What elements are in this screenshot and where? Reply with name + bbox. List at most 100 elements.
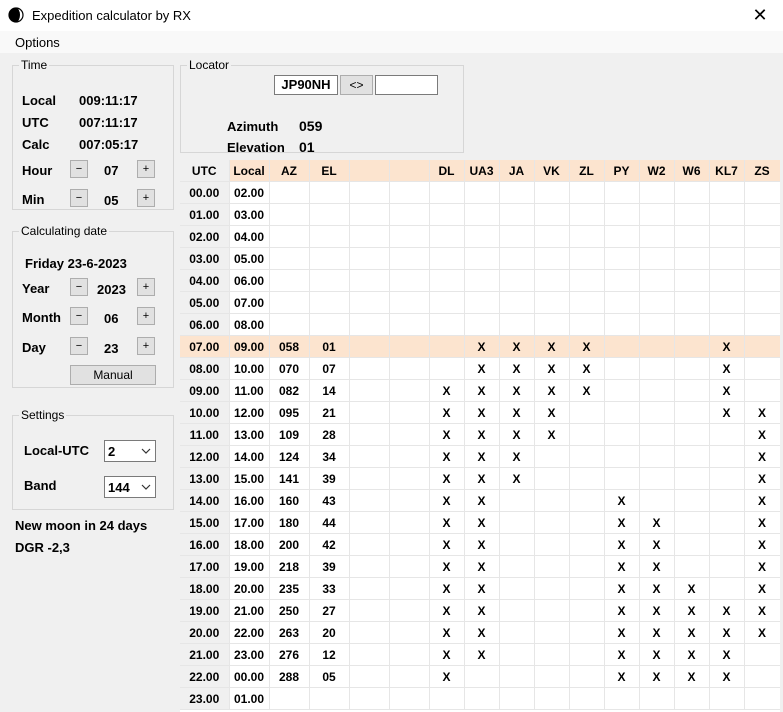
- grid-cell[interactable]: 082: [269, 379, 310, 402]
- grid-cell[interactable]: [569, 599, 605, 622]
- table-row[interactable]: 08.00 10.00 070 07 X X X X X: [180, 357, 780, 380]
- grid-cell[interactable]: 095: [269, 401, 310, 424]
- grid-cell[interactable]: [534, 511, 570, 534]
- table-row[interactable]: 13.00 15.00 141 39 X X X X: [180, 467, 780, 490]
- table-row[interactable]: 22.00 00.00 288 05 X X X X X: [180, 665, 780, 688]
- grid-cell[interactable]: [709, 511, 745, 534]
- grid-cell[interactable]: [569, 687, 605, 710]
- grid-cell[interactable]: [499, 533, 535, 556]
- grid-cell[interactable]: [499, 599, 535, 622]
- grid-cell[interactable]: [534, 203, 570, 226]
- grid-cell[interactable]: [674, 445, 710, 468]
- grid-cell[interactable]: [349, 225, 390, 248]
- grid-cell[interactable]: [744, 335, 780, 358]
- month-decrement-button[interactable]: −: [70, 307, 88, 325]
- grid-cell[interactable]: [569, 511, 605, 534]
- grid-cell[interactable]: [569, 313, 605, 336]
- grid-cell[interactable]: [464, 269, 500, 292]
- grid-cell[interactable]: 06.00: [229, 269, 270, 292]
- grid-cell[interactable]: X: [674, 577, 710, 600]
- grid-cell[interactable]: [429, 269, 465, 292]
- grid-cell[interactable]: [389, 160, 430, 182]
- grid-cell[interactable]: [674, 269, 710, 292]
- grid-cell[interactable]: [709, 225, 745, 248]
- grid-cell[interactable]: [674, 313, 710, 336]
- grid-cell[interactable]: X: [464, 467, 500, 490]
- grid-cell[interactable]: [464, 665, 500, 688]
- grid-cell[interactable]: [569, 555, 605, 578]
- grid-cell[interactable]: [639, 203, 675, 226]
- grid-cell[interactable]: [269, 247, 310, 270]
- grid-cell[interactable]: 05.00: [229, 247, 270, 270]
- grid-cell[interactable]: 19.00: [180, 599, 230, 622]
- grid-cell[interactable]: 01: [309, 335, 350, 358]
- grid-cell[interactable]: 22.00: [180, 665, 230, 688]
- grid-cell[interactable]: [389, 687, 430, 710]
- grid-cell[interactable]: [429, 225, 465, 248]
- grid-cell[interactable]: 23.00: [180, 687, 230, 710]
- grid-cell[interactable]: X: [499, 423, 535, 446]
- grid-cell[interactable]: [499, 181, 535, 204]
- grid-cell[interactable]: [604, 269, 640, 292]
- grid-cell[interactable]: 141: [269, 467, 310, 490]
- grid-cell[interactable]: X: [429, 599, 465, 622]
- grid-cell[interactable]: [709, 467, 745, 490]
- hour-decrement-button[interactable]: −: [70, 160, 88, 178]
- grid-cell[interactable]: 109: [269, 423, 310, 446]
- grid-cell[interactable]: X: [709, 335, 745, 358]
- grid-cell[interactable]: [389, 203, 430, 226]
- grid-cell[interactable]: [269, 203, 310, 226]
- grid-cell[interactable]: [569, 467, 605, 490]
- grid-cell[interactable]: [639, 687, 675, 710]
- grid-cell[interactable]: [349, 643, 390, 666]
- grid-cell[interactable]: [389, 489, 430, 512]
- table-row[interactable]: 03.00 05.00: [180, 247, 780, 270]
- grid-cell[interactable]: [349, 577, 390, 600]
- grid-cell[interactable]: [639, 445, 675, 468]
- grid-cell[interactable]: [709, 577, 745, 600]
- grid-cell[interactable]: 180: [269, 511, 310, 534]
- grid-cell[interactable]: [464, 687, 500, 710]
- grid-cell[interactable]: [349, 687, 390, 710]
- grid-cell[interactable]: X: [744, 599, 780, 622]
- grid-cell[interactable]: [744, 203, 780, 226]
- grid-cell[interactable]: X: [499, 335, 535, 358]
- grid-cell[interactable]: UA3: [464, 160, 500, 182]
- grid-cell[interactable]: 33: [309, 577, 350, 600]
- grid-cell[interactable]: 200: [269, 533, 310, 556]
- grid-cell[interactable]: [674, 203, 710, 226]
- grid-cell[interactable]: [569, 247, 605, 270]
- grid-cell[interactable]: 34: [309, 445, 350, 468]
- grid-cell[interactable]: [534, 687, 570, 710]
- grid-cell[interactable]: [269, 225, 310, 248]
- grid-cell[interactable]: 09.00: [180, 379, 230, 402]
- grid-cell[interactable]: [269, 269, 310, 292]
- grid-cell[interactable]: KL7: [709, 160, 745, 182]
- grid-cell[interactable]: X: [464, 379, 500, 402]
- grid-cell[interactable]: 09.00: [229, 335, 270, 358]
- grid-cell[interactable]: [429, 203, 465, 226]
- grid-cell[interactable]: X: [709, 401, 745, 424]
- grid-cell[interactable]: X: [674, 643, 710, 666]
- grid-cell[interactable]: [674, 489, 710, 512]
- grid-cell[interactable]: [604, 357, 640, 380]
- grid-cell[interactable]: ZS: [744, 160, 780, 182]
- grid-cell[interactable]: X: [429, 665, 465, 688]
- grid-cell[interactable]: [349, 247, 390, 270]
- grid-cell[interactable]: [389, 577, 430, 600]
- grid-cell[interactable]: [499, 489, 535, 512]
- grid-cell[interactable]: X: [569, 379, 605, 402]
- grid-cell[interactable]: [349, 555, 390, 578]
- grid-cell[interactable]: [389, 247, 430, 270]
- grid-cell[interactable]: 21: [309, 401, 350, 424]
- grid-cell[interactable]: 02.00: [180, 225, 230, 248]
- grid-cell[interactable]: [309, 687, 350, 710]
- grid-cell[interactable]: 14: [309, 379, 350, 402]
- grid-cell[interactable]: 16.00: [229, 489, 270, 512]
- grid-cell[interactable]: [534, 621, 570, 644]
- grid-cell[interactable]: [674, 357, 710, 380]
- grid-cell[interactable]: [534, 181, 570, 204]
- grid-cell[interactable]: X: [429, 643, 465, 666]
- grid-cell[interactable]: X: [744, 401, 780, 424]
- grid-cell[interactable]: [389, 665, 430, 688]
